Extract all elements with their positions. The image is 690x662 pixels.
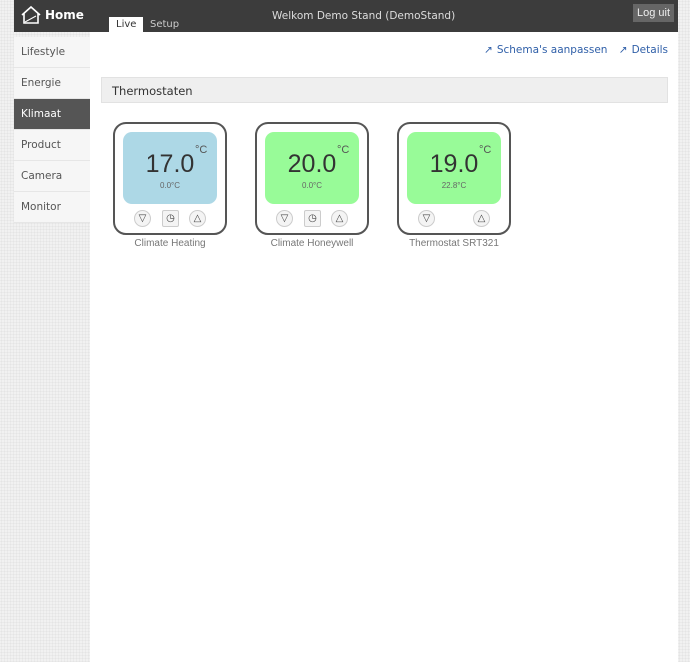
sidebar-item-energie[interactable]: Energie	[14, 68, 90, 99]
thermostat-widget: 20.0 °C 0.0°C ▽ ◷ △	[255, 122, 369, 235]
sidebar-item-camera[interactable]: Camera	[14, 161, 90, 192]
unit: °C	[336, 144, 350, 156]
top-bar: Home Live Setup Welkom Demo Stand (DemoS…	[14, 0, 678, 32]
increase-button[interactable]: △	[473, 210, 490, 227]
setpoint: 20.0 °C	[287, 144, 350, 179]
external-link-icon: ↗	[484, 44, 493, 56]
tab-setup[interactable]: Setup	[143, 17, 186, 32]
schema-link[interactable]: ↗ Schema's aanpassen	[480, 44, 607, 56]
decrease-button[interactable]: ▽	[134, 210, 151, 227]
triangle-down-icon: ▽	[422, 213, 431, 224]
sidebar-item-lifestyle[interactable]: Lifestyle	[14, 37, 90, 68]
section-header: Thermostaten	[101, 77, 668, 103]
sidebar-item-monitor[interactable]: Monitor	[14, 192, 90, 223]
thermostat-widget: 17.0 °C 0.0°C ▽ ◷ △	[113, 122, 227, 235]
logout-button[interactable]: Log uit	[632, 4, 674, 22]
unit: °C	[478, 144, 492, 156]
home-icon	[21, 5, 41, 24]
triangle-up-icon: △	[335, 213, 344, 224]
details-link[interactable]: ↗ Details	[615, 44, 668, 56]
triangle-up-icon: △	[193, 213, 202, 224]
setpoint-value: 17.0	[145, 150, 195, 178]
tab-live[interactable]: Live	[109, 17, 144, 32]
home-link[interactable]: Home	[20, 5, 84, 25]
home-label: Home	[45, 8, 84, 22]
thermostat-card: 20.0 °C 0.0°C ▽ ◷ △ Climate Honeywell	[255, 122, 369, 249]
details-link-label: Details	[631, 44, 668, 56]
main-content: ↗ Schema's aanpassen ↗ Details Thermostate…	[90, 32, 678, 662]
setpoint-value: 20.0	[287, 150, 337, 178]
setpoint: 17.0 °C	[145, 144, 208, 179]
triangle-down-icon: ▽	[280, 213, 289, 224]
clock-icon: ◷	[308, 213, 317, 224]
thermostat-card: 19.0 °C 22.8°C ▽ △ Thermostat SRT321	[397, 122, 511, 249]
thermostat-display: 17.0 °C 0.0°C	[123, 132, 217, 204]
current-temperature: 0.0°C	[159, 181, 181, 190]
triangle-down-icon: ▽	[138, 213, 147, 224]
thermostat-card: 17.0 °C 0.0°C ▽ ◷ △ Climate Heating	[113, 122, 227, 249]
setpoint-value: 19.0	[429, 150, 479, 178]
thermostat-name: Climate Honeywell	[270, 238, 354, 249]
thermostat-widget: 19.0 °C 22.8°C ▽ △	[397, 122, 511, 235]
decrease-button[interactable]: ▽	[276, 210, 293, 227]
current-temperature: 22.8°C	[441, 181, 467, 190]
sidebar-item-klimaat[interactable]: Klimaat	[14, 99, 90, 130]
increase-button[interactable]: △	[189, 210, 206, 227]
thermostat-display: 19.0 °C 22.8°C	[407, 132, 501, 204]
schedule-button[interactable]: ◷	[162, 210, 179, 227]
triangle-up-icon: △	[477, 213, 486, 224]
thermostat-name: Thermostat SRT321	[409, 238, 499, 249]
external-link-icon: ↗	[618, 44, 628, 56]
thermostat-display: 20.0 °C 0.0°C	[265, 132, 359, 204]
unit: °C	[194, 144, 208, 156]
sidebar-item-product[interactable]: Product	[14, 130, 90, 161]
setpoint: 19.0 °C	[429, 144, 492, 179]
increase-button[interactable]: △	[331, 210, 348, 227]
schema-link-label: Schema's aanpassen	[496, 44, 608, 56]
decrease-button[interactable]: ▽	[418, 210, 435, 227]
sidebar: Lifestyle Energie Klimaat Product Camera…	[14, 37, 90, 223]
current-temperature: 0.0°C	[301, 181, 323, 190]
clock-icon: ◷	[166, 213, 175, 224]
schedule-button[interactable]: ◷	[304, 210, 321, 227]
thermostat-name: Climate Heating	[134, 238, 206, 249]
welcome-text: Welkom Demo Stand (DemoStand)	[272, 10, 456, 22]
